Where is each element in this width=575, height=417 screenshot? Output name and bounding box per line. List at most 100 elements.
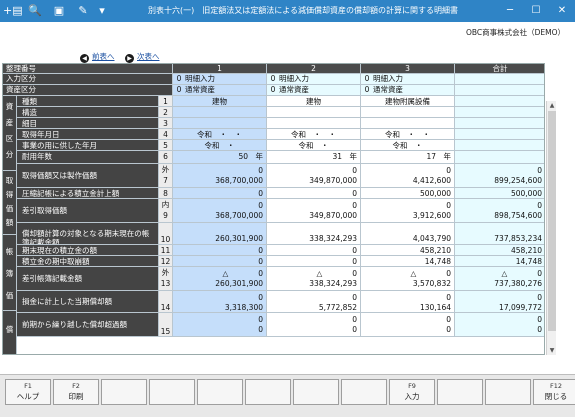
value-cell[interactable]: 0 130,164 — [361, 291, 455, 313]
fkey-blank[interactable] — [293, 379, 339, 405]
fkey-blank[interactable] — [149, 379, 195, 405]
prev-table-link[interactable]: ◀ 前表へ — [80, 51, 115, 63]
dropdown-icon[interactable]: ▾ — [96, 3, 108, 19]
row-number-value: 7 — [163, 176, 168, 185]
row-number: 外7 — [159, 164, 173, 188]
zoom-icon[interactable]: 🔍 — [27, 3, 43, 19]
value-cell[interactable]: 260,301,900 — [173, 223, 267, 245]
value-cell[interactable]: 0 — [267, 256, 361, 267]
value-cell[interactable]: 458,210 — [361, 245, 455, 256]
row-label: 期末現在の積立金の額 — [17, 245, 159, 256]
value-cell[interactable]: △ 0 338,324,293 — [267, 267, 361, 291]
value-cell[interactable] — [173, 118, 267, 129]
fkey-blank[interactable] — [101, 379, 147, 405]
fkey-blank[interactable] — [341, 379, 387, 405]
scroll-down-icon[interactable]: ▼ — [547, 346, 557, 355]
cell-value: 令和 ・ — [298, 141, 329, 150]
asset-type-cell-3[interactable]: 0 通常資産 — [361, 85, 455, 96]
value-cell[interactable]: 0 — [173, 188, 267, 199]
value-cell[interactable]: 0 4,412,600 — [361, 164, 455, 188]
cell-value: 建物 — [212, 97, 227, 106]
fkey-f12[interactable]: F12 閉じる — [533, 379, 575, 405]
cell-value: 0 — [352, 189, 357, 198]
scroll-up-icon[interactable]: ▲ — [547, 101, 557, 110]
maximize-button[interactable]: ☐ — [523, 0, 549, 22]
value-cell[interactable]: 17 年 — [361, 151, 455, 164]
row-number: 2 — [159, 107, 173, 118]
value-cell[interactable]: 建物 — [173, 96, 267, 107]
value-cell[interactable]: 00 — [173, 313, 267, 337]
next-table-link[interactable]: ▶ 次表へ — [125, 51, 160, 63]
input-type-cell-2[interactable]: 0 明細入力 — [267, 74, 361, 85]
value-cell[interactable] — [267, 118, 361, 129]
value-cell[interactable]: △ 0 3,570,832 — [361, 267, 455, 291]
row-number-value: 2 — [163, 108, 168, 117]
value-cell[interactable]: 令和 ・ — [173, 140, 267, 151]
value-cell[interactable] — [173, 107, 267, 118]
fkey-f9[interactable]: F9 入力 — [389, 379, 435, 405]
input-type-cell-3[interactable]: 0 明細入力 — [361, 74, 455, 85]
value-cell[interactable]: 0 — [173, 245, 267, 256]
cell-sub-value: 0 — [537, 293, 542, 302]
value-cell[interactable]: 令和 ・ ・ — [267, 129, 361, 140]
value-cell[interactable]: 00 — [267, 313, 361, 337]
value-cell[interactable]: 令和 ・ — [267, 140, 361, 151]
value-cell[interactable] — [361, 107, 455, 118]
value-cell[interactable]: 0 349,870,000 — [267, 199, 361, 223]
value-cell[interactable]: 0 5,772,852 — [267, 291, 361, 313]
add-document-icon[interactable]: +▤ — [3, 3, 23, 19]
value-cell[interactable]: 4,043,790 — [361, 223, 455, 245]
minimize-button[interactable]: ─ — [497, 0, 523, 22]
value-cell[interactable]: 0 3,912,600 — [361, 199, 455, 223]
input-type-cell-1[interactable]: 0 明細入力 — [173, 74, 267, 85]
cell-value: 17 年 — [426, 152, 451, 161]
value-cell[interactable]: 31 年 — [267, 151, 361, 164]
print-icon[interactable]: ▣ — [51, 3, 67, 19]
fkey-blank[interactable] — [245, 379, 291, 405]
fkey-blank[interactable] — [485, 379, 531, 405]
value-cell[interactable]: 50 年 — [173, 151, 267, 164]
value-cell[interactable]: 建物附属設備 — [361, 96, 455, 107]
fkey-label: 入力 — [404, 392, 420, 401]
value-cell[interactable]: 令和 ・ — [361, 140, 455, 151]
input-type-label: 入力区分 — [3, 74, 173, 85]
value-cell[interactable]: 0 — [267, 188, 361, 199]
fkey-label: 閉じる — [544, 392, 568, 401]
cell-sub-value: 0 — [352, 315, 357, 324]
value-cell[interactable]: 0 368,700,000 — [173, 199, 267, 223]
value-cell[interactable]: 0 3,318,300 — [173, 291, 267, 313]
scroll-thumb[interactable] — [548, 111, 556, 331]
cell-value: 260,301,900 — [215, 234, 263, 243]
cell-value: 0 — [258, 257, 263, 266]
value-cell[interactable]: 0 349,870,000 — [267, 164, 361, 188]
close-button[interactable]: ✕ — [549, 0, 575, 22]
vertical-scrollbar[interactable]: ▲ ▼ — [546, 101, 556, 355]
column-total-header: 合計 — [455, 64, 544, 74]
value-cell[interactable]: 建物 — [267, 96, 361, 107]
value-cell[interactable]: 0 — [173, 256, 267, 267]
row-label: 圧縮記帳による積立金計上額 — [17, 188, 159, 199]
value-cell[interactable]: 令和 ・ ・ — [361, 129, 455, 140]
value-cell[interactable]: △ 0 260,301,900 — [173, 267, 267, 291]
asset-type-cell-2[interactable]: 0 通常資産 — [267, 85, 361, 96]
fkey-f1[interactable]: F1 ヘルプ — [5, 379, 51, 405]
value-cell[interactable]: 0 — [267, 245, 361, 256]
cell-value: 50 年 — [238, 152, 263, 161]
value-cell[interactable]: 14,748 — [361, 256, 455, 267]
value-cell[interactable]: 令和 ・ ・ — [173, 129, 267, 140]
fkey-code: F2 — [72, 382, 80, 390]
fkey-f2[interactable]: F2 印刷 — [53, 379, 99, 405]
value-cell[interactable]: 338,324,293 — [267, 223, 361, 245]
fkey-blank[interactable] — [437, 379, 483, 405]
asset-type-cell-1[interactable]: 0 通常資産 — [173, 85, 267, 96]
value-cell[interactable]: 00 — [361, 313, 455, 337]
value-cell[interactable]: 0 368,700,000 — [173, 164, 267, 188]
value-cell[interactable]: 500,000 — [361, 188, 455, 199]
cell-value: 500,000 — [510, 189, 542, 198]
cell-value: 4,043,790 — [412, 234, 451, 243]
fkey-code: F1 — [24, 382, 32, 390]
value-cell[interactable] — [267, 107, 361, 118]
value-cell[interactable] — [361, 118, 455, 129]
fkey-blank[interactable] — [197, 379, 243, 405]
pin-icon[interactable]: ✎ — [75, 3, 91, 19]
